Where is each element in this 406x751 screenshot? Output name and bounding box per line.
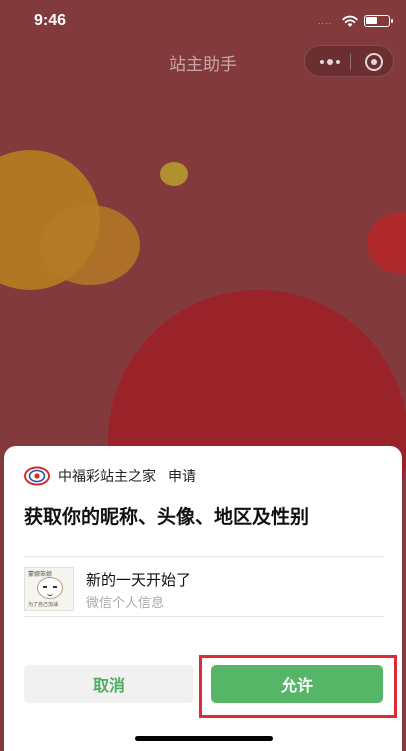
capsule-divider [350, 54, 351, 70]
signal-icon: .... [318, 17, 333, 26]
avatar-face-icon [37, 577, 63, 599]
battery-level [366, 17, 377, 24]
more-dots-icon[interactable] [315, 52, 345, 72]
app-screen: 9:46 .... 站主助手 中福彩站主之家 申请 获取你的昵称、头像、地区及性… [0, 0, 406, 751]
decorative-blob [160, 162, 188, 186]
avatar-caption: 为了自己加油 [28, 602, 59, 608]
app-info-row: 中福彩站主之家 申请 [24, 466, 196, 486]
divider [24, 616, 384, 617]
decorative-blob [367, 212, 406, 274]
avatar: 蒙娜笨娘 为了自己加油 [24, 567, 74, 611]
decorative-blob [40, 205, 140, 285]
highlight-box [199, 655, 397, 718]
app-name: 中福彩站主之家 [58, 469, 156, 485]
lottery-logo-icon [24, 466, 50, 486]
mini-program-capsule [304, 45, 394, 77]
wifi-icon [342, 15, 358, 27]
account-nickname: 新的一天开始了 [86, 571, 192, 589]
status-time: 9:46 [34, 12, 67, 29]
account-option[interactable]: 蒙娜笨娘 为了自己加油 新的一天开始了 微信个人信息 [24, 564, 384, 614]
divider [24, 556, 384, 557]
battery-icon [364, 15, 393, 27]
request-label: 申请 [168, 469, 196, 485]
status-bar: 9:46 .... [0, 0, 406, 44]
request-title: 获取你的昵称、头像、地区及性别 [24, 506, 310, 528]
cancel-button[interactable]: 取消 [24, 665, 194, 703]
target-close-icon[interactable] [365, 53, 383, 71]
authorization-sheet: 中福彩站主之家 申请 获取你的昵称、头像、地区及性别 蒙娜笨娘 为了自己加油 新… [4, 446, 402, 751]
home-indicator [135, 736, 273, 741]
account-description: 微信个人信息 [86, 596, 165, 611]
